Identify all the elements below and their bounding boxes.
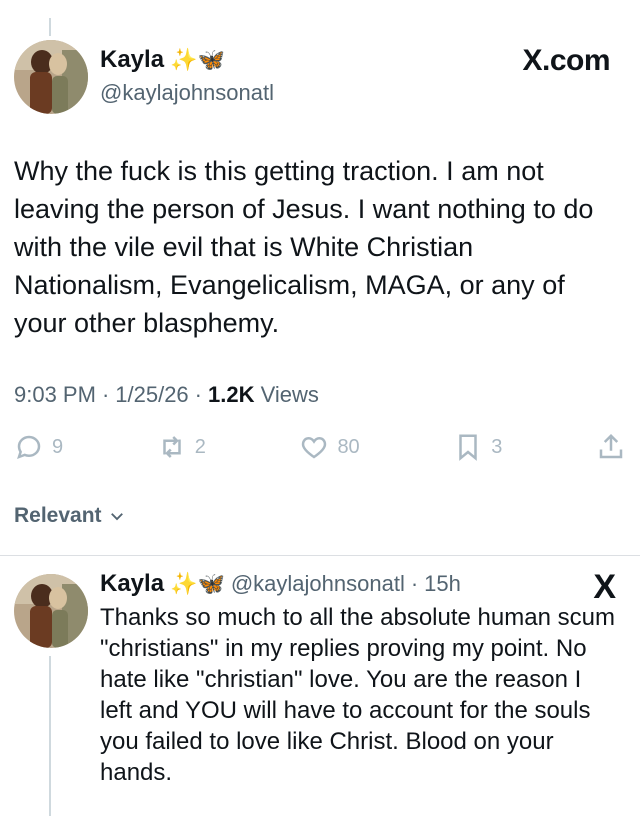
- tweet-meta: 9:03 PM · 1/25/26 · 1.2K Views: [14, 382, 319, 408]
- reply-display-name[interactable]: Kayla: [100, 570, 164, 598]
- tweet-time[interactable]: 9:03 PM: [14, 382, 96, 408]
- meta-separator: ·: [194, 382, 202, 407]
- share-icon: [599, 433, 623, 459]
- bookmark-button[interactable]: 3: [453, 432, 502, 462]
- bookmark-count: 3: [491, 435, 503, 458]
- tweet-actions: 9 2 80 3: [14, 432, 626, 462]
- meta-separator: ·: [410, 571, 419, 596]
- meta-separator: ·: [101, 382, 110, 407]
- retweet-icon: [162, 436, 181, 458]
- avatar[interactable]: [14, 40, 88, 114]
- reply-count: 9: [52, 435, 64, 458]
- reply-avatar[interactable]: [14, 574, 88, 648]
- chevron-down-icon: [110, 513, 123, 521]
- sparkle-butterfly-emoji: ✨🦋: [170, 47, 225, 72]
- bookmark-icon: [459, 434, 478, 461]
- reply-button[interactable]: 9: [14, 432, 63, 462]
- views-stat: 1.2K Views: [208, 382, 319, 408]
- site-label: X.com: [522, 44, 610, 77]
- tweet-text: Why the fuck is this getting traction. I…: [14, 156, 594, 338]
- sparkle-butterfly-emoji: ✨🦋: [170, 571, 225, 596]
- views-label: Views: [260, 382, 319, 407]
- divider: [0, 555, 640, 556]
- display-name[interactable]: Kayla: [100, 46, 164, 74]
- author-name-row: Kayla ✨🦋: [100, 46, 225, 74]
- retweet-count: 2: [194, 435, 206, 458]
- reply-text: Thanks so much to all the absolute human…: [100, 604, 615, 786]
- like-count: 80: [337, 435, 360, 458]
- share-button[interactable]: [596, 432, 626, 462]
- sort-dropdown[interactable]: Relevant: [14, 504, 126, 528]
- sort-label: Relevant: [14, 504, 102, 527]
- reply-icon: [17, 435, 41, 460]
- user-handle[interactable]: @kaylajohnsonatl: [100, 80, 274, 106]
- retweet-button[interactable]: 2: [157, 432, 206, 462]
- views-count: 1.2K: [208, 382, 255, 407]
- reply-age[interactable]: 15h: [424, 571, 461, 597]
- like-button[interactable]: 80: [299, 432, 360, 462]
- reply-handle[interactable]: @kaylajohnsonatl: [231, 571, 405, 597]
- thread-connector-top: [49, 18, 51, 36]
- heart-icon: [302, 436, 327, 459]
- reply-author-row: Kayla ✨🦋 @kaylajohnsonatl · 15h: [100, 570, 461, 598]
- thread-connector-reply: [49, 656, 51, 816]
- tweet-date[interactable]: 1/25/26: [115, 382, 188, 408]
